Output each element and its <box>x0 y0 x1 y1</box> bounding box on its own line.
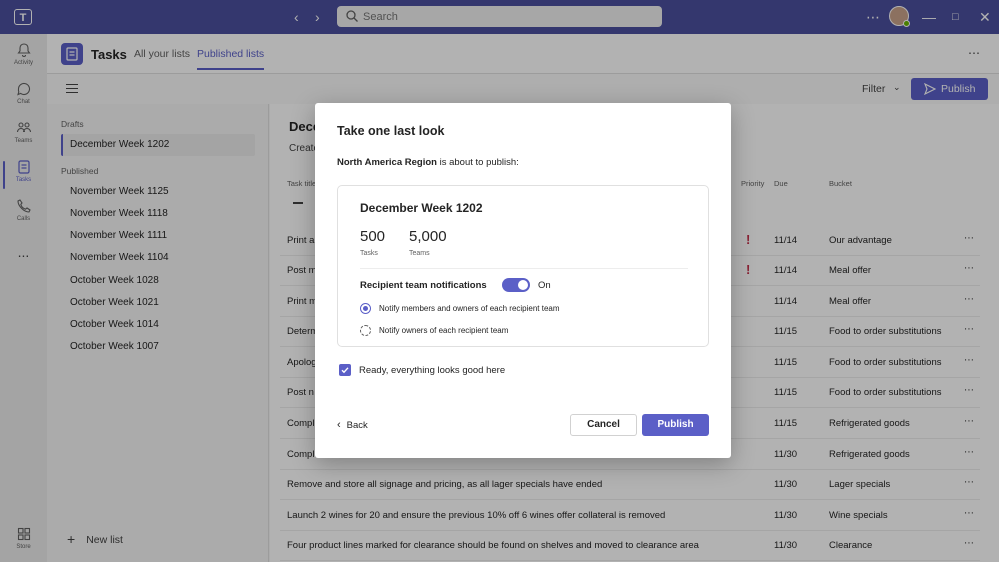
radio-notify-members[interactable] <box>360 303 371 314</box>
teams-count: 5,000 <box>409 228 447 245</box>
publisher-name: North America Region <box>337 157 437 168</box>
notifications-label: Recipient team notifications <box>360 280 487 291</box>
card-title: December Week 1202 <box>360 201 483 215</box>
radio-label-members: Notify members and owners of each recipi… <box>379 304 560 313</box>
divider <box>360 268 688 269</box>
checkmark-icon <box>341 367 349 374</box>
dialog-subtitle: North America Region is about to publish… <box>337 157 519 168</box>
chevron-left-icon: ‹ <box>337 419 341 431</box>
tasks-count: 500 <box>360 228 386 245</box>
ready-checkbox[interactable] <box>339 364 351 376</box>
teams-label: Teams <box>409 250 430 257</box>
ready-label: Ready, everything looks good here <box>359 365 506 376</box>
toggle-state-label: On <box>538 280 551 291</box>
notifications-toggle[interactable] <box>502 278 530 292</box>
publish-dialog: Take one last look North America Region … <box>315 103 731 458</box>
summary-card: December Week 1202 500 Tasks 5,000 Teams… <box>337 185 709 347</box>
cancel-button[interactable]: Cancel <box>570 414 637 436</box>
radio-label-owners: Notify owners of each recipient team <box>379 326 509 335</box>
radio-notify-owners[interactable] <box>360 325 371 336</box>
tasks-label: Tasks <box>360 250 378 257</box>
dialog-publish-button[interactable]: Publish <box>642 414 709 436</box>
back-button[interactable]: ‹ Back <box>337 419 368 431</box>
dialog-title: Take one last look <box>337 124 445 138</box>
